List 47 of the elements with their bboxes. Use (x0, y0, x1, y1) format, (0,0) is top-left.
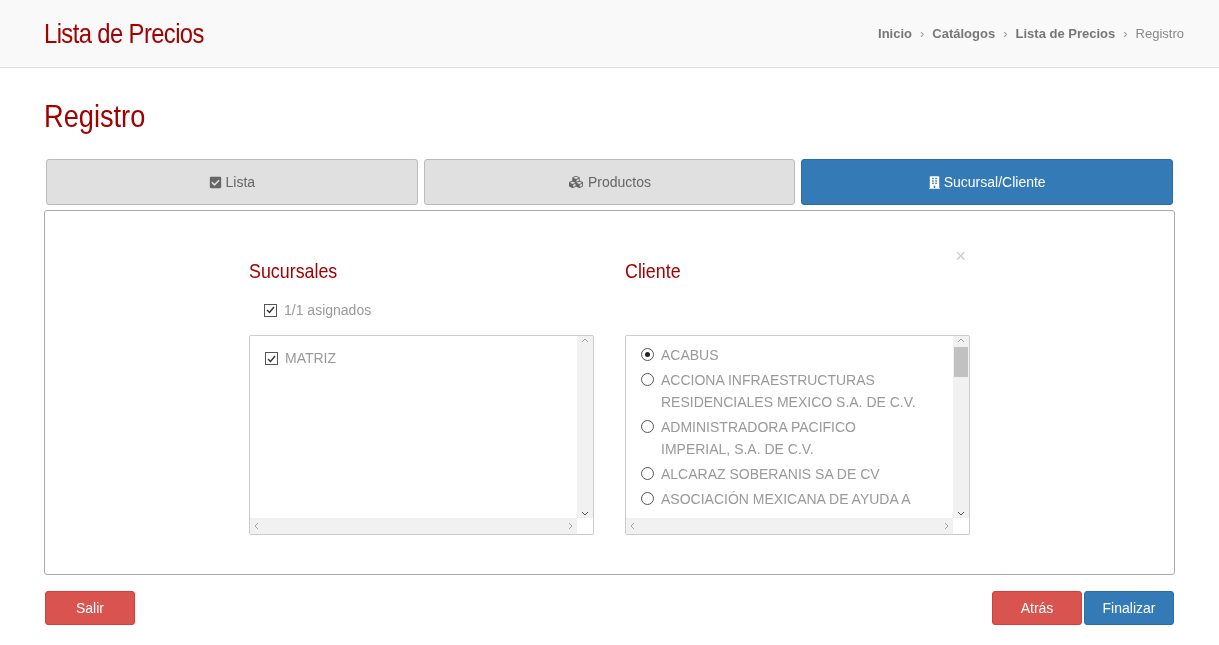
wizard-tab[interactable]: Lista (46, 159, 418, 205)
checkbox[interactable] (264, 303, 277, 317)
wizard-tab[interactable]: Productos (423, 159, 796, 205)
horizontal-scrollbar[interactable] (626, 518, 953, 534)
building-icon (928, 175, 940, 189)
breadcrumb-separator: › (1003, 24, 1008, 43)
radio-button[interactable] (641, 373, 654, 386)
checkbox[interactable] (265, 352, 278, 365)
checkbox-label: 1/1 asignados (284, 300, 372, 320)
scroll-right-icon[interactable] (568, 522, 573, 530)
page-title: Registro (44, 97, 147, 134)
scroll-up-icon[interactable] (957, 338, 965, 343)
scroll-down-icon[interactable] (581, 511, 589, 516)
scroll-up-icon[interactable] (581, 338, 589, 343)
horizontal-scrollbar[interactable] (250, 518, 577, 534)
scrollbar-thumb[interactable] (954, 347, 968, 377)
breadcrumb-link[interactable]: Inicio (878, 23, 912, 44)
scroll-left-icon[interactable] (630, 522, 635, 530)
scroll-down-icon[interactable] (957, 511, 965, 516)
radio-button[interactable] (641, 348, 654, 361)
checkbox-icon (208, 175, 222, 189)
breadcrumb-link[interactable]: Lista de Precios (1015, 23, 1116, 44)
list-item-label: ADMINISTRADORA PACIFICO IMPERIAL, S.A. DE C.V. (661, 418, 857, 459)
breadcrumb-separator: › (1123, 24, 1128, 43)
list-item-label: ASOCIACIÓN MEXICANA DE AYUDA A (661, 490, 912, 509)
header-title: Lista de Precios (44, 16, 204, 51)
action-button[interactable]: Salir (45, 591, 135, 625)
scroll-right-icon[interactable] (944, 522, 949, 530)
vertical-scrollbar[interactable] (577, 336, 593, 518)
section-title: Sucursales (249, 258, 339, 284)
breadcrumb-link[interactable]: Catálogos (932, 23, 996, 44)
action-button[interactable]: Atrás (992, 591, 1082, 625)
radio-button[interactable] (641, 492, 654, 505)
list-item-label: ALCARAZ SOBERANIS SA DE CV (661, 465, 881, 484)
wizard-tab[interactable]: Sucursal/Cliente (801, 159, 1173, 205)
list-item-label: ACCIONA INFRAESTRUCTURAS RESIDENCIALES MEXICO S.A. DE C.V. (661, 371, 917, 412)
list-item-label: ACABUS (661, 346, 720, 365)
vertical-scrollbar[interactable] (953, 336, 969, 518)
radio-button[interactable] (641, 467, 654, 480)
list-item-label: MATRIZ (285, 349, 337, 368)
section-title: Cliente (625, 258, 682, 284)
cubes-icon (568, 175, 584, 189)
radio-button[interactable] (641, 420, 654, 433)
action-button[interactable]: Finalizar (1084, 591, 1174, 625)
breadcrumb-separator: › (920, 24, 925, 43)
scroll-left-icon[interactable] (254, 522, 259, 530)
breadcrumb-current: Registro (1135, 24, 1184, 43)
